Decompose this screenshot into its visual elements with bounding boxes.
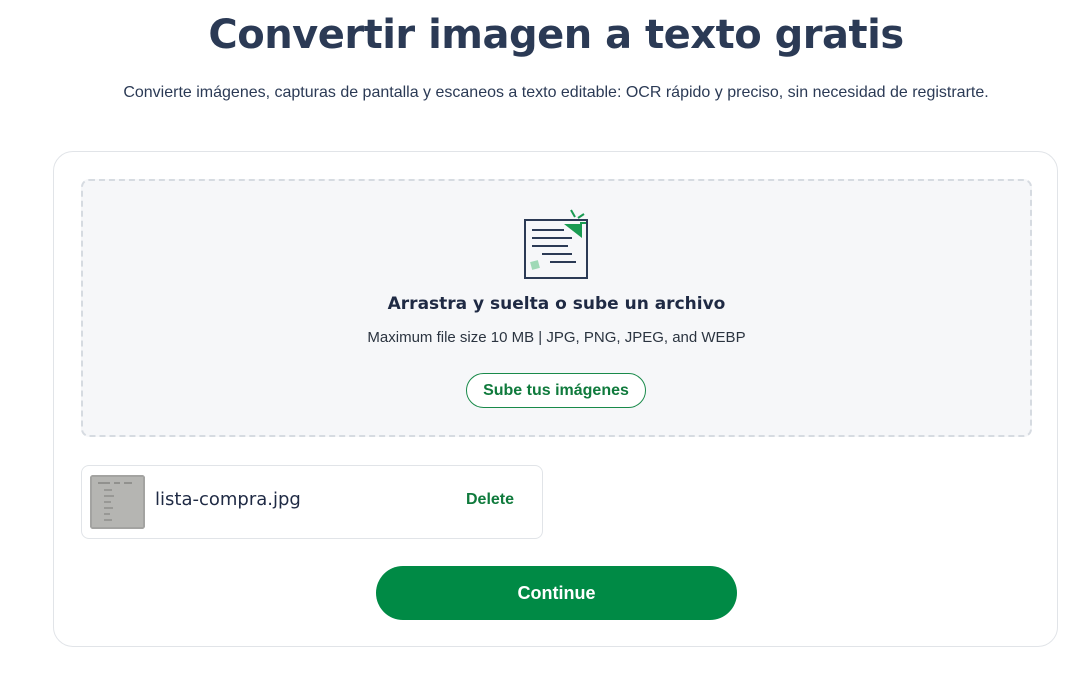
file-thumbnail bbox=[90, 475, 145, 529]
continue-button[interactable]: Continue bbox=[376, 566, 737, 620]
dropzone-title: Arrastra y suelta o sube un archivo bbox=[387, 294, 726, 314]
file-size-hint: Maximum file size 10 MB | JPG, PNG, JPEG… bbox=[367, 329, 746, 346]
page-title: Convertir imagen a texto gratis bbox=[208, 12, 904, 58]
delete-file-button[interactable]: Delete bbox=[466, 491, 514, 509]
file-name: lista-compra.jpg bbox=[155, 489, 301, 510]
upload-images-button[interactable]: Sube tus imágenes bbox=[466, 373, 646, 408]
document-scan-icon bbox=[524, 209, 588, 279]
page-subtitle: Convierte imágenes, capturas de pantalla… bbox=[123, 84, 989, 101]
